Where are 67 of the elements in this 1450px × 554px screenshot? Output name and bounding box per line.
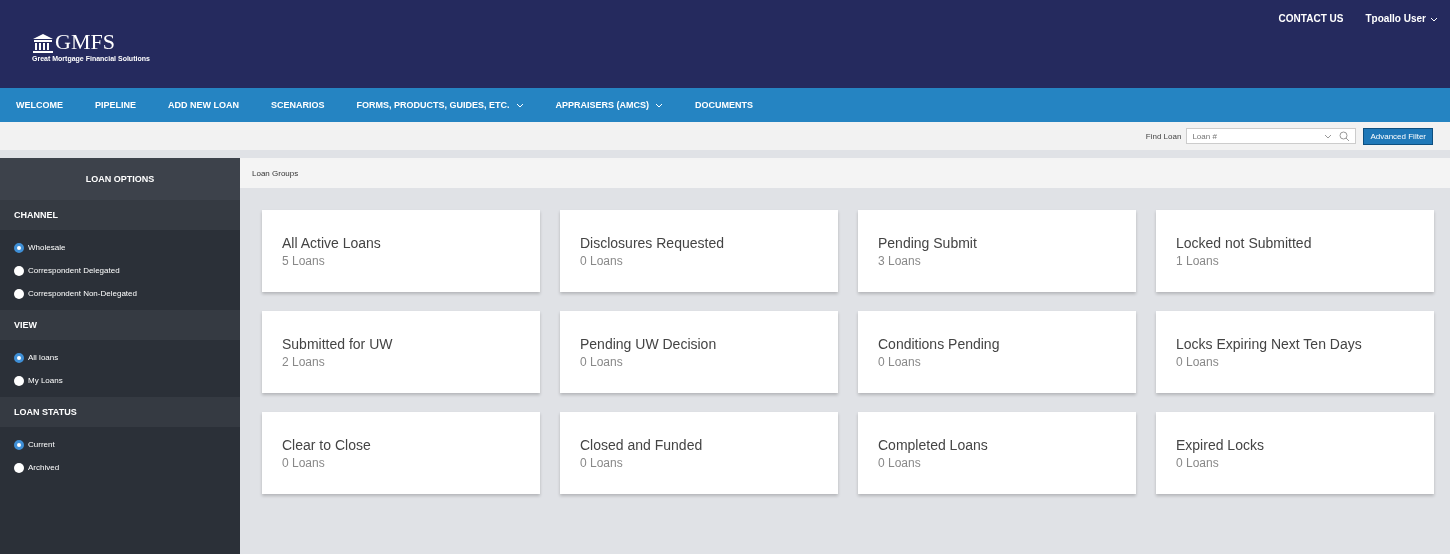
radio-option[interactable]: Correspondent Non-Delegated (14, 285, 240, 302)
nav-item[interactable]: APPRAISERS (AMCS) (555, 100, 664, 110)
radio-option[interactable]: Current (14, 436, 240, 453)
loan-count: 0 Loans (580, 354, 624, 369)
loan-count: 0 Loans (580, 455, 624, 470)
group-title: Disclosures Requested (580, 234, 725, 251)
nav-item[interactable]: WELCOME (16, 100, 63, 110)
loan-count: 0 Loans (1176, 455, 1220, 470)
nav-item[interactable]: SCENARIOS (271, 100, 325, 110)
loan-count: 0 Loans (878, 354, 922, 369)
group-title: Submitted for UW (282, 335, 394, 352)
loan-count: 1 Loans (1176, 253, 1220, 268)
section-heading: LOAN STATUS (0, 397, 240, 427)
loan-group-card[interactable]: All Active Loans 5 Loans (262, 210, 540, 292)
loan-count: 0 Loans (580, 253, 624, 268)
loan-group-card[interactable]: Submitted for UW 2 Loans (262, 311, 540, 393)
loan-group-card[interactable]: Disclosures Requested 0 Loans (560, 210, 838, 292)
group-title: Closed and Funded (580, 436, 704, 453)
logo-text: GMFS (55, 30, 115, 53)
group-title: Locked not Submitted (1176, 234, 1313, 251)
group-title: Clear to Close (282, 436, 372, 453)
loan-group-card[interactable]: Expired Locks 0 Loans (1156, 412, 1434, 494)
advanced-filter-button[interactable]: Advanced Filter (1363, 127, 1433, 145)
radio-option[interactable]: Archived (14, 459, 240, 476)
loan-group-card[interactable]: Closed and Funded 0 Loans (560, 412, 838, 494)
find-loan-label: Find Loan (1145, 131, 1182, 141)
group-title: Locks Expiring Next Ten Days (1176, 335, 1363, 352)
nav-item[interactable]: FORMS, PRODUCTS, GUIDES, ETC. (356, 100, 524, 110)
loan-group-card[interactable]: Conditions Pending 0 Loans (858, 311, 1136, 393)
group-title: Pending UW Decision (580, 335, 718, 352)
group-title: Conditions Pending (878, 335, 1001, 352)
group-title: Pending Submit (878, 234, 978, 251)
loan-count: 5 Loans (282, 253, 326, 268)
radio-option[interactable]: My Loans (14, 372, 240, 389)
nav-item[interactable]: DOCUMENTS (695, 100, 754, 110)
nav-item[interactable]: ADD NEW LOAN (168, 100, 239, 110)
search-icon[interactable] (1339, 131, 1351, 142)
breadcrumb: Loan Groups (240, 158, 1450, 188)
loan-search-field[interactable]: Loan # (1186, 128, 1357, 144)
nav-item[interactable]: PIPELINE (95, 100, 136, 110)
loan-group-card[interactable]: Pending Submit 3 Loans (858, 210, 1136, 292)
loan-group-card[interactable]: Completed Loans 0 Loans (858, 412, 1136, 494)
radio-option[interactable]: Correspondent Delegated (14, 262, 240, 279)
chevron-down-icon (1324, 134, 1333, 139)
sidebar-title: LOAN OPTIONS (0, 158, 240, 200)
group-title: Expired Locks (1176, 436, 1265, 453)
radio-option[interactable]: All loans (14, 349, 240, 366)
section-heading: VIEW (0, 310, 240, 340)
loan-group-card[interactable]: Pending UW Decision 0 Loans (560, 311, 838, 393)
loan-group-card[interactable]: Locked not Submitted 1 Loans (1156, 210, 1434, 292)
loan-count: 0 Loans (1176, 354, 1220, 369)
loan-count: 2 Loans (282, 354, 326, 369)
user-menu[interactable]: Tpoallo User (1365, 13, 1438, 88)
chevron-down-icon (1430, 17, 1438, 22)
building-icon (32, 32, 54, 53)
radio-option[interactable]: Wholesale (14, 239, 240, 256)
chevron-down-icon (515, 102, 524, 108)
group-title: Completed Loans (878, 436, 989, 453)
loan-count: 0 Loans (282, 455, 326, 470)
group-title: All Active Loans (282, 234, 382, 251)
loan-count: 0 Loans (878, 455, 922, 470)
loan-count: 3 Loans (878, 253, 922, 268)
section-heading: CHANNEL (0, 200, 240, 230)
loan-group-card[interactable]: Clear to Close 0 Loans (262, 412, 540, 494)
contact-link[interactable]: CONTACT US (1278, 13, 1344, 88)
loan-group-card[interactable]: Locks Expiring Next Ten Days 0 Loans (1156, 311, 1434, 393)
chevron-down-icon (655, 102, 664, 108)
